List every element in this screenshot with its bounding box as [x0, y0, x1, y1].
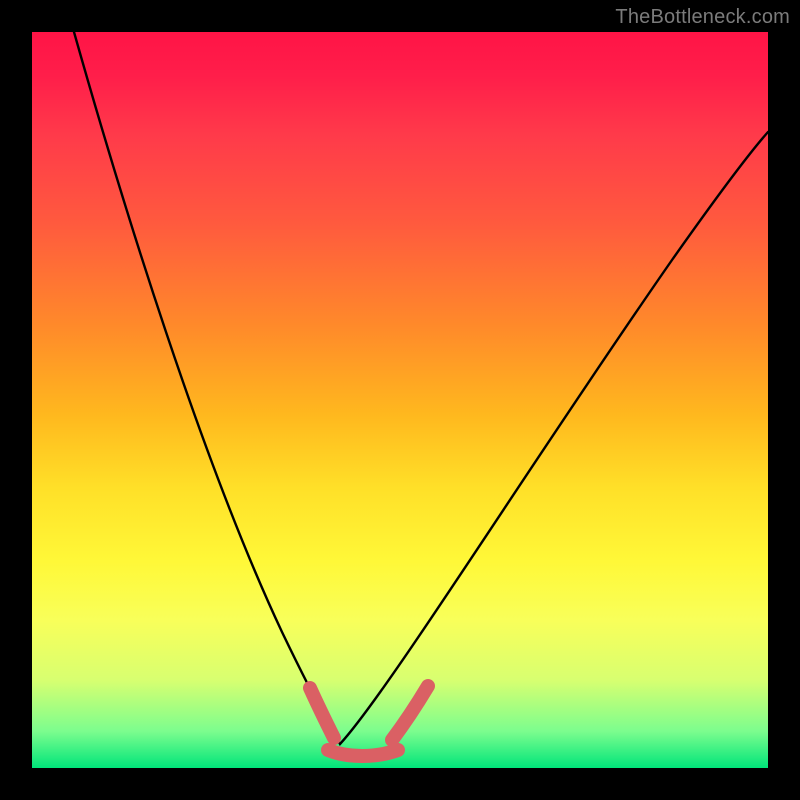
chart-svg	[32, 32, 768, 768]
threshold-band-bottom	[328, 750, 398, 756]
threshold-band-right	[392, 686, 428, 740]
chart-frame: TheBottleneck.com	[0, 0, 800, 800]
threshold-band-left	[310, 688, 334, 738]
curve-line	[74, 32, 768, 744]
watermark-text: TheBottleneck.com	[615, 6, 790, 29]
